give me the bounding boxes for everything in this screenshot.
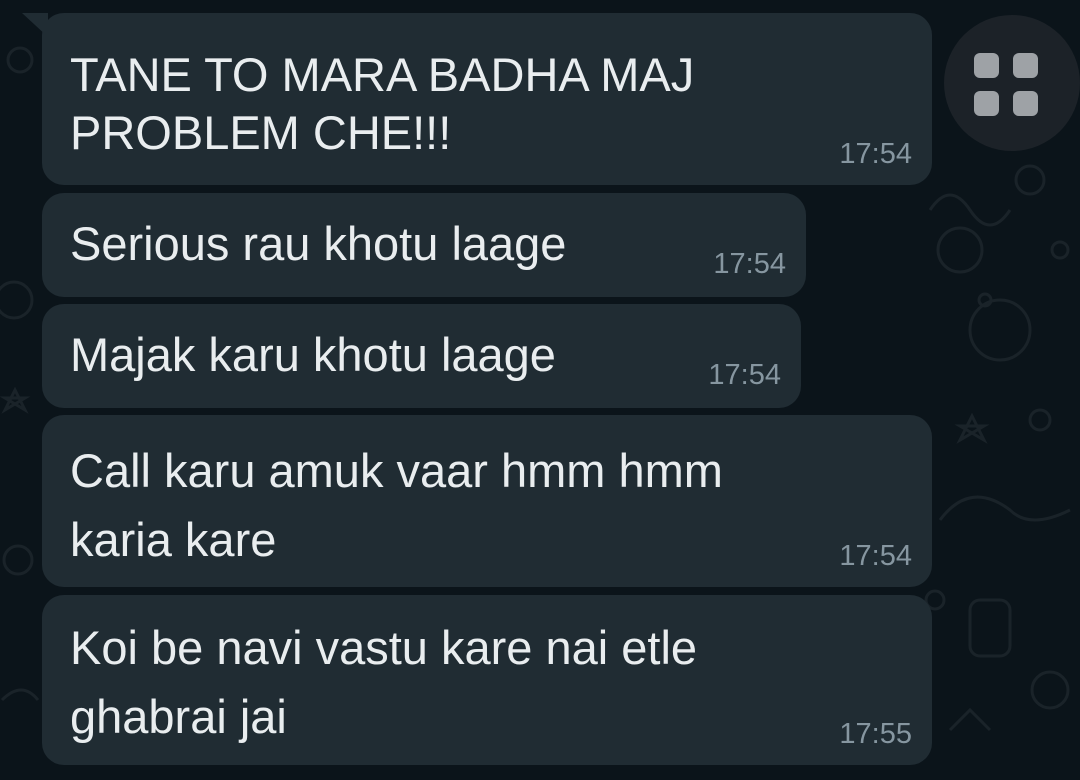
message-timestamp: 17:55: [839, 718, 912, 750]
message-line: TANE TO MARA BADHA MAJ: [70, 48, 695, 101]
grid-icon-cell: [1013, 91, 1038, 116]
grid-icon-cell: [1013, 53, 1038, 78]
chat-area: TANE TO MARA BADHA MAJ PROBLEM CHE!!! 17…: [0, 0, 1080, 780]
message-text: Serious rau khotu laage: [70, 213, 566, 275]
bubble-tail: [22, 13, 48, 37]
floating-grid-button[interactable]: [944, 15, 1080, 151]
message-bubble[interactable]: Majak karu khotu laage 17:54: [42, 304, 801, 408]
message-timestamp: 17:54: [839, 540, 912, 572]
message-bubble[interactable]: Koi be navi vastu kare nai etle ghabrai …: [42, 595, 932, 765]
message-line: ghabrai jai: [70, 690, 287, 743]
message-bubble[interactable]: Serious rau khotu laage 17:54: [42, 193, 806, 297]
message-text: TANE TO MARA BADHA MAJ PROBLEM CHE!!!: [70, 46, 694, 162]
message-text: Call karu amuk vaar hmm hmm karia kare: [70, 436, 723, 574]
message-line: Majak karu khotu laage: [70, 328, 556, 381]
grid-icon-cell: [974, 53, 999, 78]
message-bubble[interactable]: Call karu amuk vaar hmm hmm karia kare 1…: [42, 415, 932, 587]
message-line: Serious rau khotu laage: [70, 217, 567, 270]
message-text: Koi be navi vastu kare nai etle ghabrai …: [70, 613, 697, 751]
message-line: PROBLEM CHE!!!: [70, 106, 452, 159]
message-bubble[interactable]: TANE TO MARA BADHA MAJ PROBLEM CHE!!! 17…: [22, 13, 932, 185]
message-line: karia kare: [70, 513, 277, 566]
message-line: Koi be navi vastu kare nai etle: [70, 621, 698, 674]
message-line: Call karu amuk vaar hmm hmm: [70, 444, 723, 497]
message-timestamp: 17:54: [839, 138, 912, 170]
message-timestamp: 17:54: [708, 359, 781, 391]
message-timestamp: 17:54: [713, 248, 786, 280]
grid-icon-cell: [974, 91, 999, 116]
message-text: Majak karu khotu laage: [70, 324, 556, 386]
